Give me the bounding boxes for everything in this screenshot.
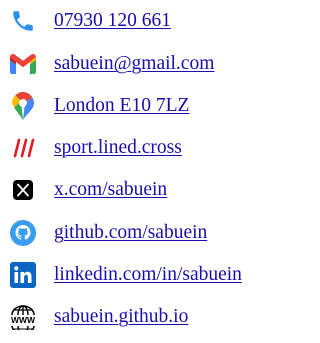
x-icon bbox=[8, 173, 38, 207]
x-link[interactable]: x.com/sabuein bbox=[54, 177, 167, 203]
svg-text:WWW: WWW bbox=[11, 315, 36, 325]
contact-row-what3words: sport.lined.cross bbox=[0, 131, 287, 165]
linkedin-link[interactable]: linkedin.com/in/sabuein bbox=[54, 262, 242, 288]
what3words-link[interactable]: sport.lined.cross bbox=[54, 135, 182, 161]
what3words-icon bbox=[8, 131, 38, 165]
location-link[interactable]: London E10 7LZ bbox=[54, 93, 189, 119]
contact-row-email: sabuein@gmail.com bbox=[0, 47, 287, 81]
contact-row-github: github.com/sabuein bbox=[0, 216, 287, 250]
gmail-icon bbox=[8, 47, 38, 81]
phone-link[interactable]: 07930 120 661 bbox=[54, 8, 171, 34]
phone-icon bbox=[8, 4, 38, 38]
map-pin-icon bbox=[8, 89, 38, 123]
contact-row-phone: 07930 120 661 bbox=[0, 4, 287, 38]
github-icon bbox=[8, 216, 38, 250]
contact-row-website: WWW sabuein.github.io bbox=[0, 300, 287, 334]
website-link[interactable]: sabuein.github.io bbox=[54, 304, 188, 330]
www-globe-icon: WWW bbox=[8, 300, 38, 334]
contact-row-x: x.com/sabuein bbox=[0, 173, 287, 207]
contact-list: 07930 120 661 sabuein@gmail.com London E bbox=[0, 0, 287, 343]
github-link[interactable]: github.com/sabuein bbox=[54, 220, 207, 246]
contact-row-location: London E10 7LZ bbox=[0, 89, 287, 123]
contact-row-linkedin: linkedin.com/in/sabuein bbox=[0, 258, 287, 292]
email-link[interactable]: sabuein@gmail.com bbox=[54, 51, 214, 77]
linkedin-icon bbox=[8, 258, 38, 292]
